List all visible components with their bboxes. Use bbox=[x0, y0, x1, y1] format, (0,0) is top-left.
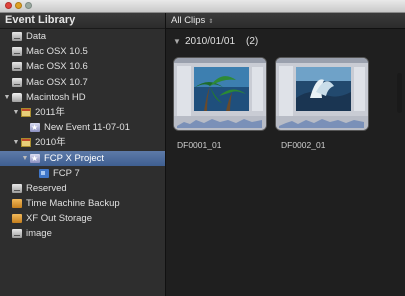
calendar-icon bbox=[21, 138, 31, 148]
orange-drive-icon bbox=[12, 214, 22, 224]
sidebar-item-label: FCP 7 bbox=[53, 167, 80, 179]
sidebar-item[interactable]: Mac OSX 10.6 bbox=[0, 59, 165, 74]
event-library-list: Data Mac OSX 10.5 Mac OSX 10.6 Mac OSX 10.7… bbox=[0, 29, 165, 242]
disclosure-triangle-icon[interactable]: ▼ bbox=[12, 105, 20, 120]
clip-filter-label[interactable]: All Clips bbox=[171, 15, 205, 26]
sidebar-item[interactable]: XF Out Storage bbox=[0, 211, 165, 226]
drive-icon bbox=[12, 183, 22, 193]
sidebar-item[interactable]: Data bbox=[0, 29, 165, 44]
sidebar-item[interactable]: Time Machine Backup bbox=[0, 196, 165, 211]
date-group-header[interactable]: ▼ 2010/01/01 (2) bbox=[166, 35, 405, 49]
clip-name-2[interactable]: DF0002_01 bbox=[281, 140, 325, 150]
sidebar-item-label: XF Out Storage bbox=[26, 213, 93, 225]
sidebar-item-label: Data bbox=[26, 31, 47, 42]
sidebar-item-label: image bbox=[26, 228, 52, 240]
sidebar-item-label: Reserved bbox=[26, 182, 67, 194]
close-window-button[interactable] bbox=[5, 2, 12, 9]
sidebar-item-label: Macintosh HD bbox=[26, 91, 86, 103]
clip-browser: All Clips ⇕ ▼ 2010/01/01 (2) DF0001_01 D… bbox=[166, 13, 405, 296]
disclosure-triangle-icon[interactable]: ▼ bbox=[173, 35, 181, 49]
sidebar-item-label: 2010年 bbox=[35, 137, 66, 149]
calendar-icon bbox=[21, 107, 31, 117]
clip-name-1[interactable]: DF0001_01 bbox=[177, 140, 221, 150]
window-titlebar bbox=[0, 0, 405, 13]
hard-disk-icon bbox=[12, 92, 22, 102]
sidebar-item-label: Mac OSX 10.7 bbox=[26, 76, 88, 88]
sidebar-item[interactable]: image bbox=[0, 226, 165, 241]
sidebar-item[interactable]: Mac OSX 10.5 bbox=[0, 44, 165, 59]
filter-arrows-icon[interactable]: ⇕ bbox=[208, 19, 213, 25]
sidebar-item-label: 2011年 bbox=[35, 106, 65, 118]
disclosure-triangle-icon[interactable]: ▼ bbox=[3, 90, 11, 105]
orange-drive-icon bbox=[12, 199, 22, 209]
sidebar-item[interactable]: ▼ FCP X Project bbox=[0, 150, 165, 166]
drive-icon bbox=[12, 32, 22, 41]
sidebar-item[interactable]: ▼ 2011年 bbox=[0, 105, 165, 120]
sidebar-item[interactable]: Mac OSX 10.7 bbox=[0, 75, 165, 90]
event-library-title: Event Library bbox=[0, 13, 165, 29]
disclosure-triangle-icon[interactable]: ▼ bbox=[21, 151, 29, 166]
sidebar-item-label: Mac OSX 10.5 bbox=[26, 46, 88, 58]
event-icon bbox=[30, 120, 40, 135]
clip-thumbnail-1[interactable] bbox=[173, 57, 267, 131]
sidebar-item-label: Time Machine Backup bbox=[26, 198, 120, 210]
sidebar-item[interactable]: FCP 7 bbox=[0, 166, 165, 181]
drive-icon bbox=[12, 47, 22, 57]
minimize-window-button[interactable] bbox=[15, 2, 22, 9]
project-icon bbox=[39, 168, 49, 178]
drive-icon bbox=[12, 62, 22, 72]
sidebar-item-label: New Event 11-07-01 bbox=[44, 122, 130, 134]
sidebar-item-label: Mac OSX 10.6 bbox=[26, 61, 88, 73]
disclosure-triangle-icon[interactable]: ▼ bbox=[12, 135, 20, 150]
ocean-wave-thumbnail bbox=[276, 58, 368, 130]
drive-icon bbox=[12, 77, 22, 87]
drive-icon bbox=[12, 229, 22, 239]
sidebar-item[interactable]: ▼ 2010年 bbox=[0, 135, 165, 150]
clip-thumbnail-2[interactable] bbox=[275, 57, 369, 131]
sidebar-item[interactable]: Reserved bbox=[0, 181, 165, 196]
clip-filter-bar[interactable]: All Clips ⇕ bbox=[166, 13, 405, 29]
sidebar-item[interactable]: New Event 11-07-01 bbox=[0, 120, 165, 135]
sidebar-item[interactable]: ▼ Macintosh HD bbox=[0, 90, 165, 105]
event-icon bbox=[30, 151, 40, 166]
date-group-label: 2010/01/01 bbox=[185, 36, 236, 47]
palm-trees-thumbnail bbox=[174, 58, 266, 130]
zoom-window-button[interactable] bbox=[25, 2, 32, 9]
sidebar-item-label: FCP X Project bbox=[44, 152, 105, 164]
date-group-count: (2) bbox=[246, 36, 259, 47]
event-library-sidebar: Event Library Data Mac OSX 10.5 Mac OSX 10… bbox=[0, 13, 166, 296]
vertical-scrollbar[interactable] bbox=[397, 73, 402, 113]
